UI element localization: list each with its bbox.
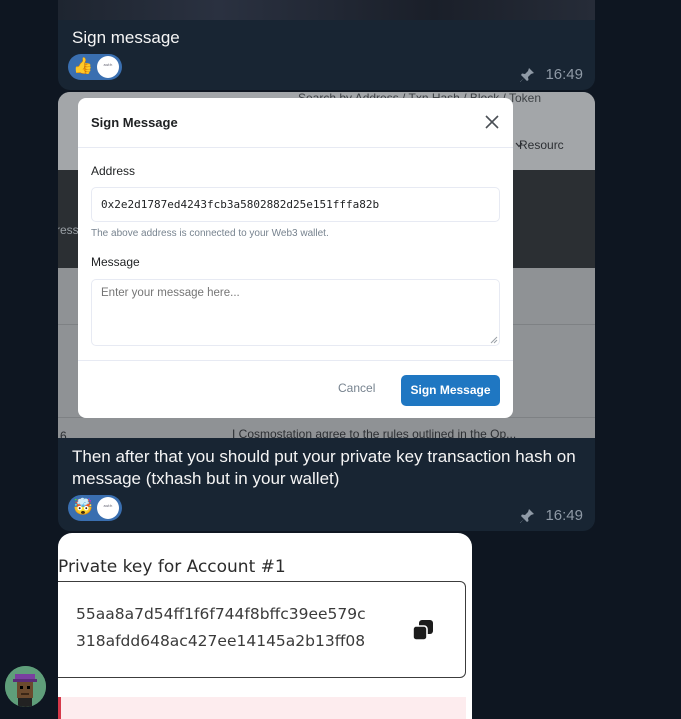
message-text: Then after that you should put your priv… bbox=[72, 447, 576, 488]
private-key-image[interactable]: Private key for Account #1 55aa8a7d54ff1… bbox=[58, 533, 472, 719]
message-meta: 16:49 bbox=[519, 66, 583, 83]
chevron-down-icon bbox=[515, 142, 523, 148]
bg-nav-resources: Resourc bbox=[519, 138, 564, 152]
cancel-button[interactable]: Cancel bbox=[338, 381, 375, 395]
message-bubble-sign[interactable]: Sign message 👍 ᵃᵘᵗʰ 16:49 bbox=[58, 0, 595, 90]
message-bubble-instructions[interactable]: Then after that you should put your priv… bbox=[58, 438, 595, 531]
avatar[interactable] bbox=[5, 666, 46, 707]
address-hint: The above address is connected to your W… bbox=[91, 228, 329, 239]
message-input[interactable] bbox=[91, 279, 500, 346]
message-time: 16:49 bbox=[545, 66, 583, 83]
message-label: Message bbox=[91, 255, 140, 269]
thumbs-up-reaction[interactable]: 👍 bbox=[71, 56, 95, 78]
modal-header: Sign Message bbox=[78, 98, 513, 148]
reactions-bar[interactable]: 👍 ᵃᵘᵗʰ bbox=[68, 54, 122, 80]
reactor-avatar: ᵃᵘᵗʰ bbox=[97, 56, 119, 78]
private-key-title: Private key for Account #1 bbox=[58, 557, 286, 577]
modal-footer: Cancel Sign Message bbox=[78, 360, 513, 418]
bg-left-fragment: ress bbox=[58, 223, 79, 237]
sign-message-modal: Sign Message Address 0x2e2d1787ed4243fcb… bbox=[78, 98, 513, 418]
message-text: Sign message bbox=[72, 28, 180, 47]
private-key-line-1: 55aa8a7d54ff1f6f744f8bffc39ee579c bbox=[76, 605, 366, 623]
message-image-top bbox=[58, 0, 595, 20]
pin-icon bbox=[520, 67, 535, 82]
copy-icon[interactable] bbox=[410, 617, 436, 643]
pin-icon bbox=[520, 508, 535, 523]
address-label: Address bbox=[91, 164, 136, 178]
message-time: 16:49 bbox=[545, 507, 583, 524]
exploding-head-reaction[interactable]: 🤯 bbox=[71, 497, 95, 519]
modal-title: Sign Message bbox=[91, 115, 178, 130]
reactor-avatar: ᵃᵘᵗʰ bbox=[97, 497, 119, 519]
resize-grip-icon[interactable] bbox=[489, 335, 498, 344]
close-icon[interactable] bbox=[483, 113, 501, 131]
warning-alert bbox=[58, 697, 466, 719]
private-key-box bbox=[58, 581, 466, 678]
pixel-avatar-icon bbox=[5, 666, 46, 707]
sign-message-button[interactable]: Sign Message bbox=[401, 375, 500, 406]
reactions-bar[interactable]: 🤯 ᵃᵘᵗʰ bbox=[68, 495, 122, 521]
private-key-line-2: 318afdd648ac427ee14145a2b13ff08 bbox=[76, 632, 366, 650]
message-meta: 16:49 bbox=[519, 507, 583, 524]
address-field[interactable]: 0x2e2d1787ed4243fcb3a5802882d25e151fffa8… bbox=[91, 187, 500, 222]
